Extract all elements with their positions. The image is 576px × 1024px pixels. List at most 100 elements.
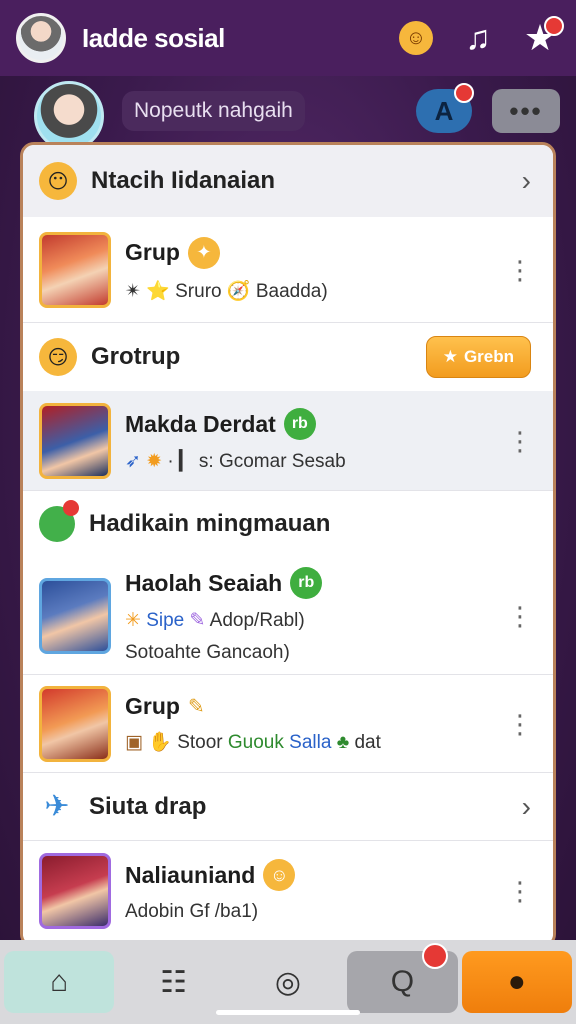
- action-button[interactable]: ★ Grebn: [425, 336, 531, 378]
- chat-bubble-icon: [39, 500, 79, 542]
- list-item-body: Makda Derdat rb ➶ ✹ · ▎ s: Gcomar Sesab: [125, 408, 497, 473]
- group-thumbnail: [39, 853, 111, 929]
- pencil-icon: ✎: [189, 610, 206, 631]
- list-item-title-text: Grup: [125, 239, 180, 265]
- font-button-label: A: [434, 95, 454, 126]
- emoji-badge-icon: ☺: [263, 859, 296, 891]
- list-item-subtitle: ✳ Sipe ✎ Adop/Rabl): [125, 609, 497, 632]
- profile-avatar[interactable]: [34, 81, 104, 151]
- subtitle-part: 🧭 Baadda): [226, 280, 328, 302]
- subtitle-highlight: Sipe: [146, 610, 185, 631]
- list-item-title: Naliauniand ☺: [125, 859, 497, 891]
- emoji-face-icon: ☺: [399, 21, 433, 55]
- list-item-subtitle: ✴ ⭐ Sruro 🧭 Baadda): [125, 279, 497, 303]
- notification-dot: [421, 943, 448, 969]
- list-item-body: Grup ✎ ▣ ✋ Stoor Guouk Salla ♣ dat: [125, 693, 497, 754]
- list-item[interactable]: Haolah Seaiah rb ✳ Sipe ✎ Adop/Rabl) Sot…: [23, 557, 553, 675]
- group-thumbnail: [39, 402, 111, 479]
- sparkle-icon: ✴: [125, 280, 141, 302]
- kebab-menu-icon[interactable]: ⋮: [507, 257, 533, 283]
- sparkle-icon: ✎: [187, 696, 205, 718]
- app-title: Iadde sosial: [82, 22, 225, 53]
- list-item-subtitle-2: Sotoahte Gancaoh): [125, 642, 290, 663]
- subtitle-text: dat: [354, 732, 381, 753]
- action-button-label: Grebn: [463, 347, 514, 366]
- chevron-right-icon[interactable]: ›: [522, 791, 531, 823]
- notification-dot: [454, 83, 474, 103]
- groups-card: 😶 Ntacih Iidanaian › Grup ✦ ✴ ⭐ Sruro 🧭 …: [20, 142, 556, 948]
- list-item-title: Makda Derdat rb: [125, 408, 497, 440]
- kebab-menu-icon[interactable]: ⋮: [507, 711, 533, 737]
- sparkle-icon: ✹: [146, 451, 163, 472]
- sparkle-icon: ✳: [125, 610, 141, 631]
- list-item[interactable]: Grup ✎ ▣ ✋ Stoor Guouk Salla ♣ dat ⋮: [23, 675, 553, 773]
- kebab-menu-icon[interactable]: ⋮: [507, 603, 533, 629]
- music-note-icon[interactable]: ♫: [458, 18, 498, 58]
- kebab-menu-icon[interactable]: ⋮: [507, 878, 533, 904]
- font-button[interactable]: A: [416, 83, 474, 133]
- section-title: Grotrup: [91, 343, 181, 370]
- treasure-icon: ▣: [125, 732, 143, 753]
- subtitle-highlight: Salla: [289, 732, 332, 753]
- section-header: Hadikain mingmauan: [23, 491, 553, 557]
- crown-badge-icon: ✦: [187, 236, 220, 269]
- search-icon[interactable]: Q: [347, 943, 458, 1013]
- section-title: Siuta drap: [89, 792, 207, 820]
- notification-dot: [544, 16, 564, 36]
- subtitle-part: ⭐ Sruro: [146, 280, 222, 302]
- list-item-title-text: Naliauniand: [125, 861, 256, 888]
- home-icon[interactable]: ⌂: [4, 951, 115, 1013]
- top-bar: Iadde sosial ☺ ♫ ★: [0, 0, 576, 76]
- tree-icon: ♣: [336, 732, 350, 753]
- paper-plane-icon: ✈: [44, 790, 70, 823]
- chat-icon[interactable]: ◎: [233, 951, 343, 1013]
- avatar[interactable]: [16, 13, 66, 63]
- group-thumbnail: [39, 685, 111, 762]
- star-icon[interactable]: ★: [520, 16, 564, 58]
- list-item-title-text: Makda Derdat: [125, 410, 276, 437]
- list-item-title: Haolah Seaiah rb: [125, 567, 497, 599]
- section-title: Hadikain mingmauan: [89, 510, 331, 537]
- verified-badge-icon: rb: [290, 567, 323, 599]
- list-item[interactable]: Naliauniand ☺ Adobin Gf /ba1) ⋮: [23, 841, 553, 941]
- list-item-body: Haolah Seaiah rb ✳ Sipe ✎ Adop/Rabl) Sot…: [125, 567, 497, 664]
- section-title: Ntacih Iidanaian: [91, 167, 276, 194]
- subtitle-text: Adop/Rabl): [209, 610, 305, 631]
- list-item-title-text: Haolah Seaiah: [125, 569, 283, 596]
- list-item-body: Naliauniand ☺ Adobin Gf /ba1): [125, 859, 497, 923]
- hand-icon: ✋: [148, 732, 172, 753]
- list-item-subtitle: ➶ ✹ · ▎ s: Gcomar Sesab: [125, 450, 497, 473]
- profile-row: Nopeutk nahgaih A •••: [0, 76, 576, 151]
- list-item[interactable]: Makda Derdat rb ➶ ✹ · ▎ s: Gcomar Sesab …: [23, 391, 553, 491]
- star-icon: ★: [442, 347, 458, 366]
- subtitle-highlight: Guouk: [227, 732, 284, 753]
- list-item-subtitle: ▣ ✋ Stoor Guouk Salla ♣ dat: [125, 730, 497, 754]
- group-thumbnail: [39, 577, 111, 654]
- emoji-button[interactable]: ☺: [396, 18, 436, 58]
- section-header: 😏 Grotrup ★ Grebn: [23, 323, 553, 391]
- list-item-body: Grup ✦ ✴ ⭐ Sruro 🧭 Baadda): [125, 236, 497, 303]
- profile-icon[interactable]: ●: [461, 951, 573, 1013]
- search-input[interactable]: Nopeutk nahgaih: [122, 91, 305, 131]
- section-header[interactable]: ✈ Siuta drap ›: [23, 773, 553, 841]
- subtitle-text: Stoor: [177, 732, 223, 753]
- pin-icon: ➶: [125, 451, 141, 472]
- emoji-face-icon: 😏: [39, 338, 77, 376]
- list-item-title: Grup ✎: [125, 693, 497, 720]
- clipboard-icon[interactable]: ☷: [118, 951, 228, 1013]
- verified-badge-icon: rb: [283, 408, 316, 440]
- section-header[interactable]: 😶 Ntacih Iidanaian ›: [23, 145, 553, 217]
- top-bar-actions: ☺ ♫ ★: [396, 16, 564, 58]
- home-indicator: [216, 1010, 360, 1015]
- list-item-subtitle: Adobin Gf /ba1): [125, 901, 259, 922]
- list-item[interactable]: Grup ✦ ✴ ⭐ Sruro 🧭 Baadda) ⋮: [23, 217, 553, 323]
- emoji-face-icon: 😶: [39, 162, 77, 200]
- group-thumbnail: [39, 231, 111, 308]
- list-item-title: Grup ✦: [125, 236, 497, 269]
- subtitle-text: · ▎ s: Gcomar Sesab: [167, 451, 346, 472]
- profile-row-actions: A •••: [416, 83, 560, 133]
- more-options-button[interactable]: •••: [492, 89, 560, 133]
- kebab-menu-icon[interactable]: ⋮: [507, 428, 533, 454]
- chevron-right-icon[interactable]: ›: [522, 165, 531, 197]
- list-item-title-text: Grup: [125, 693, 180, 719]
